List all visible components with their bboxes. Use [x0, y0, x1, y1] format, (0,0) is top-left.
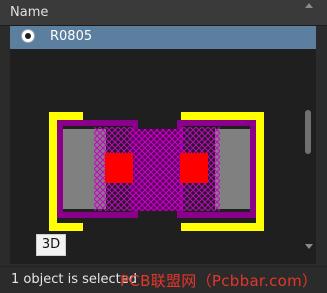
list-header: Name: [0, 0, 327, 26]
pad-right: [180, 153, 208, 183]
pad-left: [105, 153, 133, 183]
list-item-label: R0805: [50, 29, 93, 44]
divider: [0, 266, 327, 267]
list-item[interactable]: R0805: [10, 26, 316, 49]
scroll-up-arrow-icon[interactable]: [305, 3, 313, 8]
vertical-scrollbar[interactable]: [300, 0, 314, 264]
footprint-drawing: [49, 112, 264, 231]
body-right: [215, 129, 253, 209]
scroll-thumb[interactable]: [305, 110, 311, 154]
toggle-3d-button[interactable]: 3D: [36, 234, 66, 256]
footprint-preview[interactable]: 3D: [10, 49, 316, 264]
radio-selected-dot: [25, 33, 31, 39]
body-hatch-center-pattern: [130, 129, 180, 211]
name-column-header[interactable]: Name: [10, 5, 48, 20]
watermark: PCB联盟网（Pcbbar.com）: [120, 272, 318, 290]
scroll-down-arrow-icon[interactable]: [305, 244, 313, 249]
radio-button[interactable]: [21, 29, 35, 43]
selection-status: 1 object is selected: [11, 272, 137, 287]
